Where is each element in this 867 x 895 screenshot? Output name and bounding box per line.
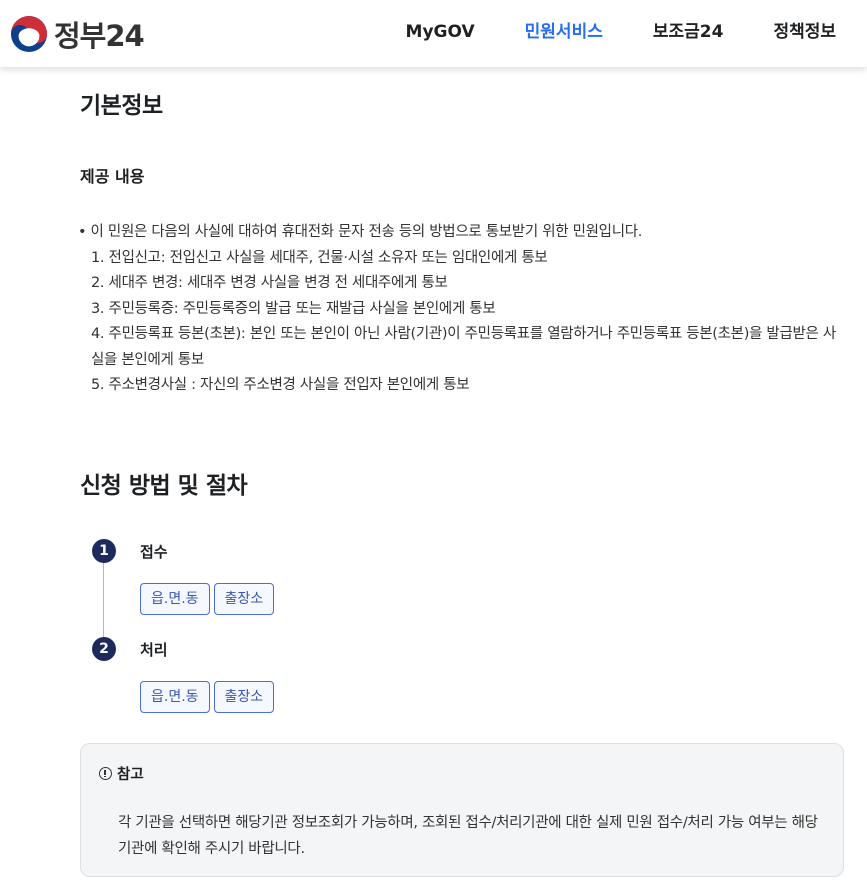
note-body: 각 기관을 선택하면 해당기관 정보조회가 가능하며, 조회된 접수/처리기관에… — [118, 815, 818, 857]
description-item: 1. 전입신고: 전입신고 사실을 세대주, 건물·시설 소유자 또는 임대인에… — [91, 249, 548, 266]
step-number-badge: 1 — [92, 539, 116, 563]
description-item: 3. 주민등록증: 주민등록증의 발급 또는 재발급 사실을 본인에게 통보 — [91, 300, 496, 317]
step-number-badge: 2 — [92, 637, 116, 661]
provided-content-description: • 이 민원은 다음의 사실에 대하여 휴대전화 문자 전송 등의 방법으로 통… — [78, 220, 848, 399]
agency-chip-branch-office[interactable]: 출장소 — [213, 583, 275, 615]
info-icon — [99, 767, 112, 780]
provided-content-subtitle: 제공 내용 — [80, 167, 145, 186]
nav-item-subsidy24[interactable]: 보조금24 — [653, 20, 724, 44]
agency-chip-branch-office[interactable]: 출장소 — [213, 681, 275, 713]
main-nav: MyGOV 민원서비스 보조금24 정책정보 — [356, 20, 836, 44]
step-connector-line — [103, 559, 104, 649]
nav-item-policy-info[interactable]: 정책정보 — [773, 20, 836, 44]
procedure-steps: 1 접수 읍.면.동 출장소 2 처리 읍.면.동 출장소 — [90, 539, 490, 719]
logo[interactable]: 정부24 — [10, 13, 145, 55]
description-item: 5. 주소변경사실 : 자신의 주소변경 사실을 전입자 본인에게 통보 — [91, 377, 470, 393]
description-item: 4. 주민등록표 등본(초본): 본인 또는 본인이 아닌 사람(기관)이 주민… — [91, 326, 836, 368]
agency-chip-eup-myeon-dong[interactable]: 읍.면.동 — [140, 681, 210, 713]
taegeuk-logo-icon — [10, 15, 48, 53]
step-label: 접수 — [140, 543, 168, 561]
step-label: 처리 — [140, 641, 168, 659]
description-item: 2. 세대주 변경: 세대주 변경 사실을 변경 전 세대주에게 통보 — [91, 275, 448, 291]
procedure-title: 신청 방법 및 절차 — [80, 473, 248, 499]
reference-note-box: 참고 각 기관을 선택하면 해당기관 정보조회가 가능하며, 조회된 접수/처리… — [80, 743, 844, 877]
basic-info-title: 기본정보 — [80, 93, 163, 119]
nav-item-mygov[interactable]: MyGOV — [406, 20, 475, 44]
agency-chips: 읍.면.동 출장소 — [140, 583, 278, 615]
nav-item-civil-service[interactable]: 민원서비스 — [525, 20, 603, 44]
agency-chips: 읍.면.동 출장소 — [140, 681, 278, 713]
description-intro: • 이 민원은 다음의 사실에 대하여 휴대전화 문자 전송 등의 방법으로 통… — [78, 224, 643, 240]
top-header: 정부24 MyGOV 민원서비스 보조금24 정책정보 — [0, 0, 867, 67]
note-header: 참고 — [99, 763, 144, 784]
logo-text: 정부24 — [54, 19, 145, 53]
note-title: 참고 — [117, 767, 144, 783]
agency-chip-eup-myeon-dong[interactable]: 읍.면.동 — [140, 583, 210, 615]
